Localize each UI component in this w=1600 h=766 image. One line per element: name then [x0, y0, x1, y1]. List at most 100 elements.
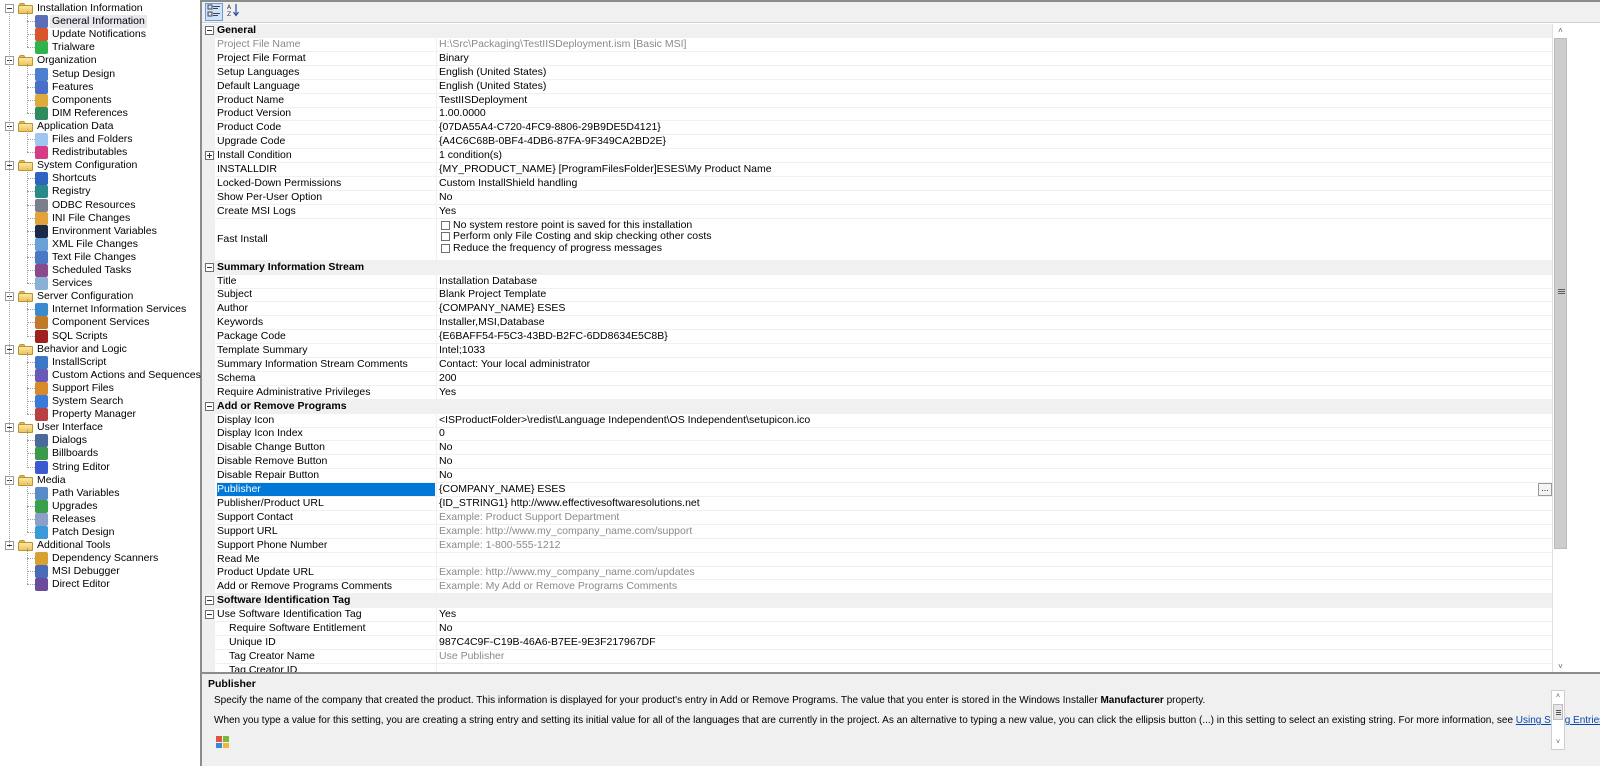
tree-item-direct-editor[interactable]: Direct Editor: [0, 578, 200, 592]
property-value[interactable]: No: [436, 622, 1546, 635]
property-row-create-msi-logs[interactable]: Create MSI Logs Yes: [202, 204, 1552, 219]
property-value[interactable]: {COMPANY_NAME} ESES: [436, 483, 1546, 496]
tree-item-components[interactable]: Components: [0, 93, 200, 107]
property-row-fast-install[interactable]: Fast Install No system restore point is s…: [202, 218, 1552, 261]
tree-item-dim-references[interactable]: DIM References: [0, 106, 200, 120]
property-row-title[interactable]: Title Installation Database: [202, 274, 1552, 289]
property-row-read-me[interactable]: Read Me: [202, 552, 1552, 567]
property-value[interactable]: Yes: [436, 204, 1546, 218]
property-value[interactable]: Installation Database: [436, 274, 1546, 288]
tree-item-odbc-resources[interactable]: ODBC Resources: [0, 198, 200, 212]
property-row-product-name[interactable]: Product Name TestIISDeployment: [202, 93, 1552, 108]
property-row-install-condition[interactable]: Install Condition 1 condition(s): [202, 149, 1552, 164]
property-value[interactable]: Blank Project Template: [436, 288, 1546, 302]
windows-tile-icon[interactable]: [216, 736, 229, 748]
tree-group-organization[interactable]: Organization: [0, 54, 200, 67]
property-value[interactable]: Example: My Add or Remove Programs Comme…: [436, 580, 1546, 594]
property-value[interactable]: 0: [436, 427, 1546, 441]
property-row-installdir[interactable]: INSTALLDIR {MY_PRODUCT_NAME} [ProgramFile…: [202, 163, 1552, 177]
tree-item-files-and-folders[interactable]: Files and Folders: [0, 133, 200, 146]
tree-item-property-manager[interactable]: Property Manager: [0, 408, 200, 422]
checkbox[interactable]: [441, 220, 450, 230]
property-row-use-software-identification-tag[interactable]: Use Software Identification Tag Yes: [202, 608, 1552, 623]
property-value[interactable]: Binary: [436, 51, 1546, 65]
tree-item-upgrades[interactable]: Upgrades: [0, 499, 200, 513]
property-value[interactable]: TestIISDeployment: [436, 93, 1546, 107]
property-row-add-or-remove-programs-comments[interactable]: Add or Remove Programs Comments Example: …: [202, 580, 1552, 595]
category-add-or-remove-programs[interactable]: Add or Remove Programs: [202, 399, 1552, 414]
tree-group-behavior-and-logic[interactable]: Behavior and Logic: [0, 343, 200, 356]
tree-item-releases[interactable]: Releases: [0, 512, 200, 526]
tree-item-shortcuts[interactable]: Shortcuts: [0, 172, 200, 186]
property-row-publisher[interactable]: Publisher {COMPANY_NAME} ESES...: [202, 483, 1552, 497]
description-scrollbar[interactable]: ˄ ˅: [1551, 690, 1565, 750]
scrollbar-thumb[interactable]: [1554, 38, 1567, 549]
property-row-show-per-user-option[interactable]: Show Per-User Option No: [202, 190, 1552, 205]
tree-item-string-editor[interactable]: String Editor: [0, 460, 200, 474]
property-row-schema[interactable]: Schema 200: [202, 371, 1552, 386]
tree-item-path-variables[interactable]: Path Variables: [0, 486, 200, 500]
category-summary-information-stream[interactable]: Summary Information Stream: [202, 260, 1552, 275]
property-row-require-administrative-privileges[interactable]: Require Administrative Privileges Yes: [202, 385, 1552, 400]
scroll-down-arrow-icon[interactable]: ˅: [1552, 737, 1564, 749]
property-value[interactable]: Example: 1-800-555-1212: [436, 538, 1546, 552]
property-row-product-code[interactable]: Product Code {07DA55A4-C720-4FC9-8806-29B…: [202, 121, 1552, 136]
collapse-icon[interactable]: [205, 262, 214, 272]
tree-item-system-search[interactable]: System Search: [0, 395, 200, 408]
tree-item-msi-debugger[interactable]: MSI Debugger: [0, 565, 200, 579]
property-row-require-software-entitlement[interactable]: Require Software Entitlement No: [202, 622, 1552, 636]
property-value[interactable]: H:\Src\Packaging\TestIISDeployment.ism […: [436, 37, 1546, 51]
property-row-disable-remove-button[interactable]: Disable Remove Button No: [202, 455, 1552, 470]
property-value[interactable]: 200: [436, 371, 1546, 385]
property-value[interactable]: Installer,MSI,Database: [436, 316, 1546, 330]
property-value[interactable]: {A4C6C68B-0BF4-4DB6-87FA-9F349CA2BD2E}: [436, 135, 1546, 149]
property-value[interactable]: {ID_STRING1} http://www.effectivesoftwar…: [436, 496, 1546, 510]
collapse-icon[interactable]: [205, 26, 214, 35]
property-row-package-code[interactable]: Package Code {E6BAFF54-F5C3-43BD-B2FC-6DD…: [202, 330, 1552, 345]
tree-item-internet-information-services[interactable]: Internet Information Services: [0, 303, 200, 317]
expand-icon[interactable]: [205, 151, 214, 161]
tree-item-setup-design[interactable]: Setup Design: [0, 67, 200, 81]
property-row-project-file-name[interactable]: Project File Name H:\Src\Packaging\TestII…: [202, 37, 1552, 52]
tree-group-installation-information[interactable]: Installation Information: [0, 2, 200, 15]
property-row-tag-creator-name[interactable]: Tag Creator Name Use Publisher: [202, 649, 1552, 664]
tree-item-billboards[interactable]: Billboards: [0, 447, 200, 461]
tree-group-media[interactable]: Media: [0, 474, 200, 487]
tree-item-general-information[interactable]: General Information: [0, 15, 200, 29]
property-row-publisher-product-url[interactable]: Publisher/Product URL {ID_STRING1} http:/…: [202, 496, 1552, 511]
property-row-summary-information-stream-comments[interactable]: Summary Information Stream Comments Conta…: [202, 357, 1552, 372]
property-value[interactable]: Custom InstallShield handling: [436, 176, 1546, 190]
property-row-template-summary[interactable]: Template Summary Intel;1033: [202, 344, 1552, 358]
tree-item-update-notifications[interactable]: Update Notifications: [0, 28, 200, 42]
property-row-support-contact[interactable]: Support Contact Example: Product Support …: [202, 510, 1552, 525]
tree-item-support-files[interactable]: Support Files: [0, 381, 200, 395]
scroll-up-arrow-icon[interactable]: ˄: [1553, 24, 1568, 37]
tree-group-server-configuration[interactable]: Server Configuration: [0, 290, 200, 303]
tree-item-component-services[interactable]: Component Services: [0, 316, 200, 330]
property-value[interactable]: English (United States): [436, 79, 1546, 93]
tree-item-installscript[interactable]: InstallScript: [0, 355, 200, 369]
checkbox[interactable]: [441, 243, 450, 253]
fast-install-option[interactable]: Reduce the frequency of progress message…: [439, 242, 1546, 255]
property-value[interactable]: 1 condition(s): [436, 149, 1546, 163]
property-row-support-url[interactable]: Support URL Example: http://www.my_compan…: [202, 524, 1552, 539]
property-value[interactable]: 1.00.0000: [436, 107, 1546, 121]
tree-item-custom-actions-and-sequences[interactable]: Custom Actions and Sequences: [0, 368, 201, 382]
tree-item-dialogs[interactable]: Dialogs: [0, 434, 200, 448]
property-value[interactable]: No: [436, 455, 1546, 469]
tree-item-services[interactable]: Services: [0, 277, 200, 291]
property-row-display-icon[interactable]: Display Icon <ISProductFolder>\redist\Lan…: [202, 413, 1552, 428]
property-value[interactable]: Example: Product Support Department: [436, 510, 1546, 524]
tree-group-application-data[interactable]: Application Data: [0, 120, 200, 133]
category-software-identification-tag[interactable]: Software Identification Tag: [202, 594, 1552, 609]
property-row-product-update-url[interactable]: Product Update URL Example: http://www.my…: [202, 566, 1552, 581]
property-grid-scrollbar[interactable]: ˄ ˅: [1552, 24, 1568, 674]
property-row-project-file-format[interactable]: Project File Format Binary: [202, 51, 1552, 66]
property-row-disable-repair-button[interactable]: Disable Repair Button No: [202, 469, 1552, 484]
property-row-display-icon-index[interactable]: Display Icon Index 0: [202, 427, 1552, 442]
tree-item-xml-file-changes[interactable]: XML File Changes: [0, 237, 200, 251]
property-value[interactable]: {E6BAFF54-F5C3-43BD-B2FC-6DD8634E5C8B}: [436, 330, 1546, 344]
property-row-subject[interactable]: Subject Blank Project Template: [202, 288, 1552, 303]
property-row-support-phone-number[interactable]: Support Phone Number Example: 1-800-555-1…: [202, 538, 1552, 553]
property-row-locked-down-permissions[interactable]: Locked-Down Permissions Custom InstallShi…: [202, 176, 1552, 191]
